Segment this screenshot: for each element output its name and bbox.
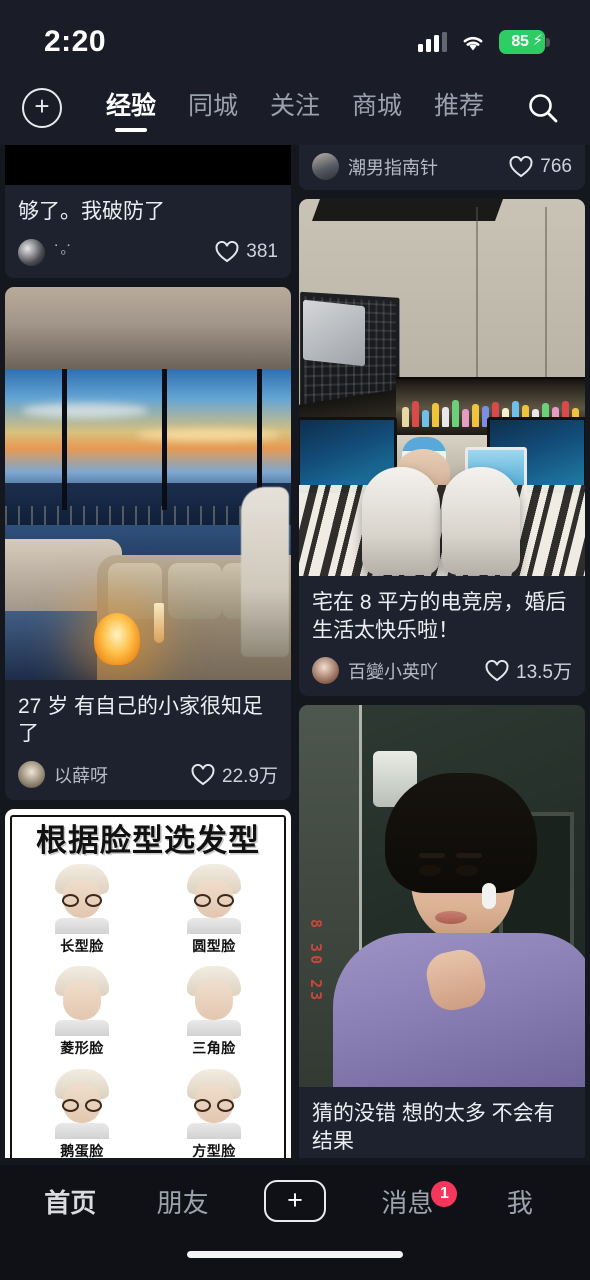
tab-shangcheng[interactable]: 商城 bbox=[350, 82, 404, 134]
face-illustration bbox=[51, 1068, 113, 1139]
search-icon[interactable] bbox=[520, 85, 566, 131]
tab-guanzhu[interactable]: 关注 bbox=[268, 82, 322, 134]
tab-active-underline bbox=[114, 127, 147, 132]
post-image[interactable]: 根据脸型选发型 长型脸 圆型脸 菱形脸 三角脸 鹅蛋脸 方型脸 bbox=[5, 809, 291, 1158]
face-illustration bbox=[183, 966, 245, 1037]
feed-tabs: 经验 同城 关注 商城 推荐 bbox=[62, 82, 520, 134]
face-shape-cell: 方型脸 bbox=[148, 1067, 280, 1158]
infographic-heading: 根据脸型选发型 bbox=[36, 823, 260, 859]
face-shape-label: 三角脸 bbox=[192, 1040, 236, 1057]
author-name: 潮男指南针 bbox=[348, 157, 438, 178]
wifi-icon bbox=[460, 33, 486, 52]
avatar bbox=[312, 657, 339, 685]
face-illustration bbox=[51, 966, 113, 1037]
bottom-nav-friends[interactable]: 朋友 bbox=[126, 1183, 238, 1220]
top-navigation-bar: + 经验 同城 关注 商城 推荐 bbox=[0, 70, 590, 145]
author-name: ˙◦˙ bbox=[54, 241, 73, 262]
tab-tuijian[interactable]: 推荐 bbox=[432, 82, 486, 134]
like-group[interactable]: 22.9万 bbox=[191, 761, 278, 788]
battery-level-label: 85 bbox=[511, 33, 529, 50]
like-count: 13.5万 bbox=[516, 662, 572, 684]
bottom-nav-create[interactable]: + bbox=[239, 1180, 351, 1222]
status-bar-time: 2:20 bbox=[44, 25, 107, 58]
heart-icon bbox=[191, 763, 215, 785]
status-bar-indicators: 85 ⚡ bbox=[418, 30, 550, 54]
feed-grid[interactable]: 够了。我破防了 ˙◦˙ 381 27 岁 有自己的小家很知足了 以薛呀 22.9… bbox=[0, 145, 590, 1158]
face-shape-cell: 三角脸 bbox=[148, 964, 280, 1066]
feed-card[interactable]: 潮男指南针 766 bbox=[299, 145, 585, 190]
author-name: 以薛呀 bbox=[54, 765, 108, 786]
message-badge: 1 bbox=[431, 1180, 458, 1207]
post-title: 够了。我破防了 bbox=[18, 200, 165, 223]
post-image[interactable]: 8 30 23 bbox=[299, 705, 585, 1088]
tab-tongcheng[interactable]: 同城 bbox=[186, 82, 240, 134]
face-shape-label: 圆型脸 bbox=[192, 937, 236, 954]
face-illustration bbox=[183, 1068, 245, 1139]
face-shape-label: 长型脸 bbox=[60, 937, 104, 954]
face-shape-label: 方型脸 bbox=[192, 1142, 236, 1158]
feed-column-left: 够了。我破防了 ˙◦˙ 381 27 岁 有自己的小家很知足了 以薛呀 22.9… bbox=[5, 145, 291, 1158]
like-group[interactable]: 766 bbox=[509, 155, 572, 178]
face-shape-cell: 菱形脸 bbox=[16, 964, 148, 1066]
avatar bbox=[18, 761, 45, 789]
like-count: 381 bbox=[246, 241, 278, 263]
post-title: 宅在 8 平方的电竞房，婚后生活太快乐啦！ bbox=[312, 591, 567, 642]
author-name: 百變小英吖 bbox=[348, 661, 438, 682]
heart-icon bbox=[509, 155, 533, 177]
post-author[interactable]: 潮男指南针 bbox=[312, 153, 438, 180]
post-title: 猜的没错 想的太多 不会有结果 bbox=[312, 1102, 555, 1154]
feed-card[interactable]: 根据脸型选发型 长型脸 圆型脸 菱形脸 三角脸 鹅蛋脸 方型脸 bbox=[5, 809, 291, 1158]
post-author[interactable]: 百變小英吖 bbox=[312, 657, 438, 685]
post-author[interactable]: ˙◦˙ bbox=[18, 238, 73, 266]
charging-bolt-icon: ⚡ bbox=[532, 32, 543, 49]
post-author[interactable]: 以薛呀 bbox=[18, 761, 108, 789]
like-group[interactable]: 381 bbox=[215, 241, 278, 263]
home-indicator[interactable] bbox=[187, 1251, 403, 1258]
cellular-signal-icon bbox=[418, 32, 447, 52]
heart-icon bbox=[215, 241, 239, 263]
plus-circle-icon[interactable]: + bbox=[22, 87, 62, 128]
avatar bbox=[312, 153, 339, 180]
face-shape-label: 菱形脸 bbox=[60, 1040, 104, 1057]
face-shape-label: 鹅蛋脸 bbox=[60, 1142, 104, 1158]
post-title: 27 岁 有自己的小家很知足了 bbox=[18, 694, 264, 746]
post-image[interactable] bbox=[5, 145, 291, 185]
photo-date-stamp: 8 30 23 bbox=[307, 919, 325, 1004]
face-illustration bbox=[51, 863, 113, 934]
like-count: 22.9万 bbox=[222, 766, 278, 788]
bottom-nav-messages-label: 消息 bbox=[381, 1187, 434, 1218]
battery-charging-icon: 85 ⚡ bbox=[499, 30, 550, 54]
status-bar: 2:20 85 ⚡ bbox=[0, 0, 590, 70]
post-image[interactable] bbox=[299, 199, 585, 576]
bottom-nav-home[interactable]: 首页 bbox=[14, 1183, 126, 1220]
feed-column-right: 潮男指南针 766 宅在 8 平方的电竞房，婚后生活太快乐啦！ 百變小英吖 13… bbox=[299, 145, 585, 1158]
face-illustration bbox=[183, 863, 245, 934]
feed-card[interactable]: 够了。我破防了 ˙◦˙ 381 bbox=[5, 145, 291, 278]
bottom-nav-messages[interactable]: 消息 1 bbox=[351, 1180, 463, 1220]
face-shape-cell: 鹅蛋脸 bbox=[16, 1067, 148, 1158]
post-image[interactable] bbox=[5, 286, 291, 680]
bottom-navigation-bar: 首页 朋友 + 消息 1 我 bbox=[0, 1165, 590, 1280]
face-shape-cell: 圆型脸 bbox=[148, 862, 280, 964]
feed-card[interactable]: 宅在 8 平方的电竞房，婚后生活太快乐啦！ 百變小英吖 13.5万 bbox=[299, 199, 585, 697]
tab-label: 经验 bbox=[105, 91, 156, 120]
heart-icon bbox=[485, 659, 509, 682]
feed-card[interactable]: 27 岁 有自己的小家很知足了 以薛呀 22.9万 bbox=[5, 286, 291, 801]
like-group[interactable]: 13.5万 bbox=[485, 657, 572, 684]
tab-jingyan[interactable]: 经验 bbox=[104, 82, 158, 134]
plus-square-icon[interactable]: + bbox=[264, 1180, 327, 1222]
bottom-nav-profile[interactable]: 我 bbox=[464, 1183, 576, 1220]
face-shape-cell: 长型脸 bbox=[16, 862, 148, 964]
avatar bbox=[18, 238, 45, 266]
like-count: 766 bbox=[540, 155, 572, 177]
feed-card[interactable]: 8 30 23 猜的没错 想的太多 不会有结果 豆豆猪 1142 bbox=[299, 705, 585, 1158]
